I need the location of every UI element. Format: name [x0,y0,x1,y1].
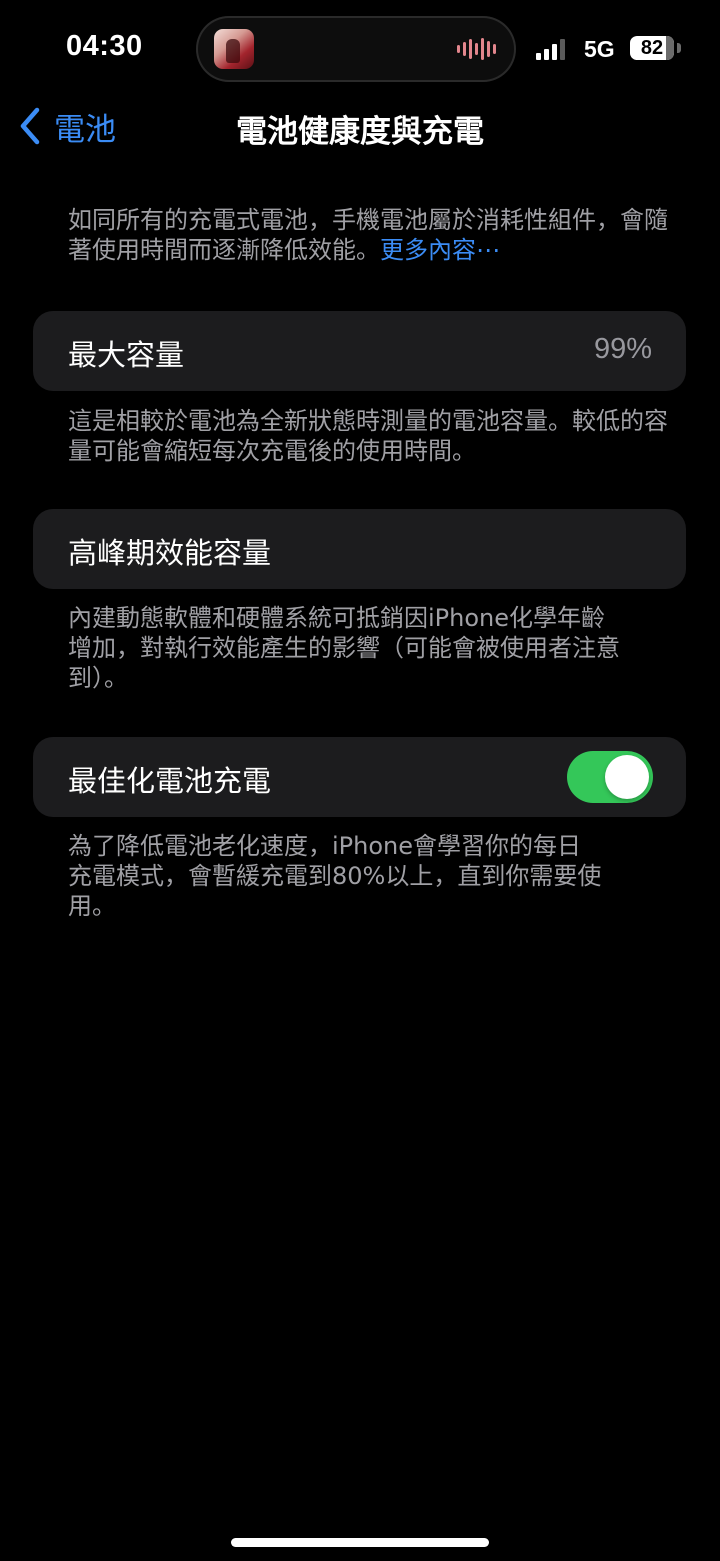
max-capacity-description: 這是相較於電池為全新狀態時測量的電池容量。較低的容量可能會縮短每次充電後的使用時… [68,407,668,465]
max-capacity-cell: 最大容量 99% [33,311,686,391]
status-time: 04:30 [66,30,143,62]
battery-icon: 82 [630,36,674,60]
max-capacity-label: 最大容量 [68,338,185,372]
optimized-charging-label: 最佳化電池充電 [68,764,272,798]
home-indicator[interactable] [231,1538,489,1547]
dynamic-island[interactable] [196,16,516,82]
battery-level: 82 [640,37,664,59]
cellular-signal-icon [536,38,565,60]
peak-performance-description: 內建動態軟體和硬體系統可抵銷因iPhone化學年齡增加，對執行效能產生的影響（可… [68,604,620,692]
optimized-charging-toggle[interactable] [567,751,653,803]
toggle-knob [605,755,649,799]
intro-note: 如同所有的充電式電池，手機電池屬於消耗性組件，會隨著使用時間而逐漸降低效能。更多… [68,205,668,265]
battery-nub [677,43,681,53]
peak-performance-label: 高峰期效能容量 [68,536,272,570]
audio-waveform-icon [457,37,496,61]
peak-performance-cell[interactable]: 高峰期效能容量 [33,509,686,589]
network-type-label: 5G [584,36,615,62]
learn-more-link[interactable]: 更多內容⋯ [380,236,500,264]
max-capacity-value: 99% [593,333,652,365]
page-title: 電池健康度與充電 [236,114,484,150]
optimized-charging-description: 為了降低電池老化速度，iPhone會學習你的每日充電模式，會暫緩充電到80%以上… [68,832,602,920]
album-art-icon[interactable] [214,29,254,69]
nav-bar: 電池 電池健康度與充電 [0,96,720,156]
intro-text: 如同所有的充電式電池，手機電池屬於消耗性組件，會隨著使用時間而逐漸降低效能。 [68,206,668,264]
optimized-charging-cell: 最佳化電池充電 [33,737,686,817]
status-bar: 04:30 5G 82 [0,0,720,96]
